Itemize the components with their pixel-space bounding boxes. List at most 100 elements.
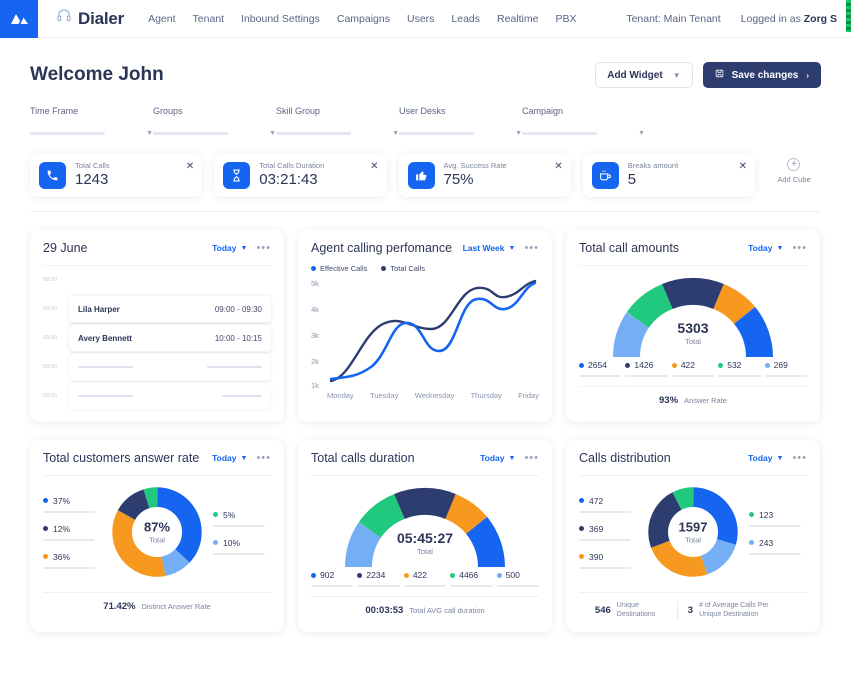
welcome-row: Welcome John Add Widget ▼ Save changes › <box>30 38 821 88</box>
schedule-time-label: 08:00 <box>43 277 57 283</box>
widget-calls-distribution: Calls distribution Today ▼ ••• 472 369 3… <box>566 440 820 632</box>
widget-title: Total calls duration <box>311 451 415 465</box>
nav-right-section: Tenant: Main Tenant Logged in as Zorg S <box>626 13 851 25</box>
kpi-card-avg-success-rate[interactable]: Avg. Success Rate 75% ✕ <box>398 153 571 197</box>
schedule-row[interactable]: 09:00 Lila Harper 09:00 - 09:30 <box>43 295 271 323</box>
kpi-card-total-calls-duration[interactable]: Total Calls Duration 03:21:43 ✕ <box>214 153 387 197</box>
logo-mountain-icon[interactable] <box>0 0 38 38</box>
period-selector[interactable]: Today ▼ <box>748 243 783 253</box>
legend-color-dot <box>43 498 48 503</box>
kpi-label: Avg. Success Rate <box>443 160 507 170</box>
filter-value-placeholder <box>30 132 105 135</box>
kpi-value: 75% <box>443 170 474 188</box>
skeleton-bar <box>78 395 133 397</box>
gauge-chart-svg <box>345 487 505 568</box>
schedule-event-card-placeholder[interactable] <box>69 383 271 409</box>
close-icon[interactable]: ✕ <box>370 162 378 172</box>
nav-item-realtime[interactable]: Realtime <box>497 13 538 25</box>
widget-footer: 71.42% Distinct Answer Rate <box>43 601 271 612</box>
legend-value: 243 <box>759 537 774 548</box>
add-cube-label: Add Cube <box>777 175 811 184</box>
segment-bar <box>718 375 761 377</box>
save-changes-button[interactable]: Save changes › <box>702 62 821 88</box>
widget-header: Agent calling perfomance Last Week ▼ ••• <box>311 241 539 255</box>
schedule-row[interactable]: 09:00 Avery Bennett 10:00 - 10:15 <box>43 324 271 352</box>
filter-select-time-frame[interactable]: ▼ <box>30 130 153 137</box>
tenant-indicator: Tenant: Main Tenant <box>626 12 721 25</box>
widget-header: Total calls duration Today ▼ ••• <box>311 451 539 465</box>
schedule-row[interactable]: 09:00 <box>43 353 271 381</box>
filter-select-user-desks[interactable]: ▼ <box>399 130 522 137</box>
period-selector[interactable]: Last Week ▼ <box>463 243 516 253</box>
filter-select-groups[interactable]: ▼ <box>153 130 276 137</box>
legend-bar <box>213 552 265 555</box>
nav-item-leads[interactable]: Leads <box>451 13 480 25</box>
legend-color-dot <box>764 362 770 368</box>
y-axis-tick: 5k <box>311 279 319 288</box>
chevron-down-icon: ▼ <box>638 130 645 137</box>
donut-center-value: 87% <box>143 519 171 535</box>
segment-legend-item: 422 <box>403 570 447 587</box>
legend-value: 123 <box>759 509 774 520</box>
more-options-icon[interactable]: ••• <box>792 242 807 254</box>
nav-item-tenant[interactable]: Tenant <box>193 13 225 25</box>
logged-in-indicator[interactable]: Logged in as Zorg S <box>741 13 837 25</box>
period-selector[interactable]: Today ▼ <box>212 243 247 253</box>
widget-schedule: 29 June Today ▼ ••• 08:00 09:00 Lila Har… <box>30 230 284 422</box>
footer-value: 93% <box>659 395 679 406</box>
nav-item-inbound-settings[interactable]: Inbound Settings <box>241 13 320 25</box>
nav-item-campaigns[interactable]: Campaigns <box>337 13 390 25</box>
widget-controls: Today ▼ ••• <box>212 452 271 464</box>
period-selector[interactable]: Today ▼ <box>212 453 247 463</box>
nav-item-pbx[interactable]: PBX <box>555 13 576 25</box>
segment-legend-item: 1426 <box>625 360 668 377</box>
schedule-row: 08:00 <box>43 266 271 294</box>
save-changes-label: Save changes <box>731 69 799 81</box>
segment-legend-item: 2654 <box>579 360 622 377</box>
add-widget-button[interactable]: Add Widget ▼ <box>595 62 693 88</box>
logged-in-prefix: Logged in as <box>740 12 804 25</box>
close-icon[interactable]: ✕ <box>186 162 194 172</box>
more-options-icon[interactable]: ••• <box>256 242 271 254</box>
filter-select-campaign[interactable]: ▼ <box>522 130 645 137</box>
more-options-icon[interactable]: ••• <box>792 452 807 464</box>
filter-select-skill-group[interactable]: ▼ <box>276 130 399 137</box>
period-selector[interactable]: Today ▼ <box>480 453 515 463</box>
widget-rule <box>579 265 807 266</box>
close-icon[interactable]: ✕ <box>739 162 747 172</box>
donut-legend-left: 472 369 390 <box>579 496 637 569</box>
more-options-icon[interactable]: ••• <box>524 452 539 464</box>
nav-item-users[interactable]: Users <box>407 13 434 25</box>
kpi-card-breaks-amount[interactable]: Breaks amount 5 ✕ <box>582 153 755 197</box>
more-options-icon[interactable]: ••• <box>524 242 539 254</box>
kpi-card-total-calls[interactable]: Total Calls 1243 ✕ <box>30 153 203 197</box>
legend-color-dot <box>450 572 456 578</box>
legend-color-dot <box>749 540 754 545</box>
hourglass-icon <box>223 161 251 189</box>
widget-total-calls-duration: Total calls duration Today ▼ ••• 05:45:2… <box>298 440 552 632</box>
segment-bar <box>764 375 808 377</box>
add-cube-button[interactable]: + Add Cube <box>767 153 821 184</box>
widget-controls: Today ▼ ••• <box>212 242 271 254</box>
legend-value: 390 <box>589 551 604 562</box>
schedule-time-label: 09:00 <box>43 306 57 312</box>
x-axis-tick: Friday <box>518 391 539 400</box>
period-selector[interactable]: Today ▼ <box>748 453 783 463</box>
period-label: Last Week <box>462 243 505 253</box>
kpi-value: 03:21:43 <box>259 170 318 188</box>
more-options-icon[interactable]: ••• <box>256 452 271 464</box>
footer-label: Answer Rate <box>684 396 727 405</box>
filter-value-placeholder <box>522 132 597 135</box>
brand[interactable]: Dialer <box>56 8 124 29</box>
legend-color-dot <box>213 540 218 545</box>
schedule-event-card-placeholder[interactable] <box>69 354 271 380</box>
footer-value: 00:03:53 <box>365 605 404 616</box>
close-icon[interactable]: ✕ <box>554 162 562 172</box>
schedule-row[interactable]: 09:00 <box>43 382 271 410</box>
kpi-label: Total Calls <box>75 160 110 170</box>
skeleton-bar <box>78 366 133 368</box>
schedule-event-card[interactable]: Avery Bennett 10:00 - 10:15 <box>69 325 271 351</box>
segment-bar <box>671 375 715 377</box>
schedule-event-card[interactable]: Lila Harper 09:00 - 09:30 <box>69 296 271 322</box>
nav-item-agent[interactable]: Agent <box>148 13 175 25</box>
